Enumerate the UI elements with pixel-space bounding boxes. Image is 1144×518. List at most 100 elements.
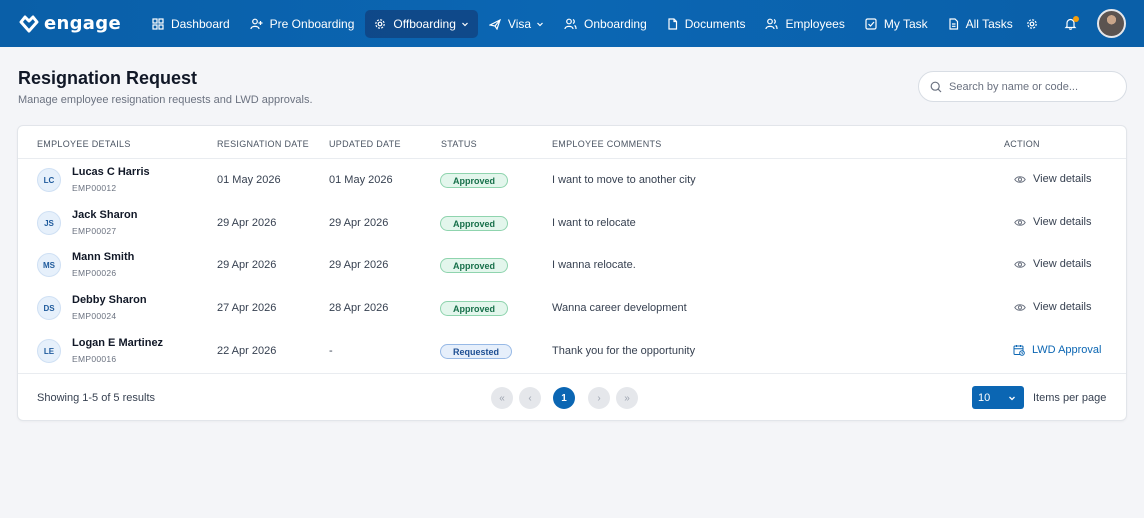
gear-icon [374,18,386,30]
nav-employees-label: Employees [785,16,845,31]
employee-code: EMP00016 [72,354,117,364]
employee-comment: I wanna relocate. [552,259,636,271]
table-header: EMPLOYEE DETAILS RESIGNATION DATE UPDATE… [18,126,1126,159]
resignation-table-card: EMPLOYEE DETAILS RESIGNATION DATE UPDATE… [17,125,1127,421]
nav-onboarding-label: Onboarding [584,16,647,31]
users-icon [765,18,779,30]
table-row: MS Mann Smith EMP00026 29 Apr 2026 29 Ap… [18,244,1126,286]
view-details-button[interactable]: View details [1014,216,1092,228]
column-action: ACTION [1004,139,1040,149]
page-subtitle: Manage employee resignation requests and… [18,94,313,106]
employee-name: Logan E Martinez [72,337,164,349]
nav-onboarding[interactable]: Onboarding [555,10,656,38]
items-per-page-label: Items per page [1033,392,1107,404]
employee-comment: I want to relocate [552,217,636,229]
table-row: LE Logan E Martinez EMP00016 22 Apr 2026… [18,330,1126,372]
brand-logo[interactable]: engage [19,13,121,34]
plane-icon [488,18,501,30]
next-page-button[interactable]: › [588,387,610,409]
nav-pre-onboarding[interactable]: Pre Onboarding [241,10,364,38]
resignation-date: 22 Apr 2026 [217,345,277,357]
employee-name: Debby Sharon [72,294,147,306]
resignation-date: 29 Apr 2026 [217,259,277,271]
last-page-button[interactable]: » [616,387,638,409]
items-per-page-select[interactable]: 10 [972,386,1024,409]
nav-dashboard[interactable]: Dashboard [143,10,239,38]
column-updated-date: UPDATED DATE [329,139,401,149]
search-box[interactable] [918,71,1127,102]
lwd-approval-button[interactable]: LWD Approval [1013,344,1102,356]
view-details-label: View details [1033,301,1092,313]
lwd-approval-label: LWD Approval [1032,344,1102,356]
document-icon [667,17,678,30]
table-footer: Showing 1-5 of 5 results « ‹ 1 › » 10 It… [18,373,1126,421]
updated-date: 28 Apr 2026 [329,302,389,314]
eye-icon [1014,303,1026,312]
table-row: JS Jack Sharon EMP00027 29 Apr 2026 29 A… [18,202,1126,244]
calendar-icon [1013,344,1025,356]
view-details-label: View details [1033,216,1092,228]
resignation-date: 27 Apr 2026 [217,302,277,314]
view-details-label: View details [1033,258,1092,270]
employee-comment: I want to move to another city [552,174,696,186]
results-summary: Showing 1-5 of 5 results [37,392,156,404]
file-text-icon [948,17,959,30]
nav-my-task-label: My Task [883,16,928,31]
resignation-date: 29 Apr 2026 [217,217,277,229]
chevron-down-icon [1008,394,1016,402]
nav-offboarding[interactable]: Offboarding [365,9,478,38]
column-employee-details: EMPLOYEE DETAILS [37,139,131,149]
status-badge: Approved [440,173,509,188]
nav-pre-onboarding-label: Pre Onboarding [269,16,355,31]
nav-dashboard-label: Dashboard [170,16,230,31]
updated-date: 29 Apr 2026 [329,217,389,229]
chevron-down-icon [461,20,469,28]
updated-date: 01 May 2026 [329,174,393,186]
employee-comment: Thank you for the opportunity [552,345,696,357]
brand-name: engage [44,13,121,34]
employee-name: Lucas C Harris [72,166,150,178]
dashboard-icon [152,17,164,30]
nav-employees[interactable]: Employees [756,10,853,38]
employee-avatar: LC [37,168,61,192]
nav-visa[interactable]: Visa [480,10,553,38]
nav-documents[interactable]: Documents [658,10,755,38]
nav-all-tasks[interactable]: All Tasks [939,10,1022,38]
eye-icon [1014,218,1026,227]
status-badge: Approved [440,216,509,231]
eye-icon [1014,175,1026,184]
nav-my-task[interactable]: My Task [856,10,937,38]
status-badge: Requested [440,344,513,359]
avatar[interactable] [1097,9,1126,38]
search-icon [930,81,942,93]
column-status: STATUS [441,139,477,149]
search-input[interactable] [949,80,1119,93]
top-navigation-bar: engage Dashboard Pre Onboarding Offboard… [0,0,1144,47]
first-page-button[interactable]: « [491,387,513,409]
page-1-button[interactable]: 1 [553,387,575,409]
checkbox-icon [865,17,877,30]
employee-name: Mann Smith [72,251,135,263]
settings-icon[interactable] [1026,18,1038,30]
view-details-button[interactable]: View details [1014,173,1092,185]
employee-code: EMP00024 [72,311,117,321]
page-title: Resignation Request [18,68,198,88]
employee-code: EMP00026 [72,268,117,278]
table-row: LC Lucas C Harris EMP00012 01 May 2026 0… [18,159,1126,201]
resignation-date: 01 May 2026 [217,174,281,186]
eye-icon [1014,260,1026,269]
prev-page-button[interactable]: ‹ [519,387,541,409]
nav-offboarding-label: Offboarding [393,16,456,31]
user-plus-icon [250,18,263,30]
view-details-button[interactable]: View details [1014,301,1092,313]
employee-comment: Wanna career development [552,302,687,314]
updated-date: - [329,345,333,357]
employee-avatar: MS [37,253,61,277]
bell-icon[interactable] [1064,16,1079,30]
status-badge: Approved [440,258,509,273]
employee-avatar: JS [37,211,61,235]
nav-all-tasks-label: All Tasks [965,16,1013,31]
nav-documents-label: Documents [684,16,746,31]
view-details-button[interactable]: View details [1014,258,1092,270]
employee-code: EMP00012 [72,183,117,193]
